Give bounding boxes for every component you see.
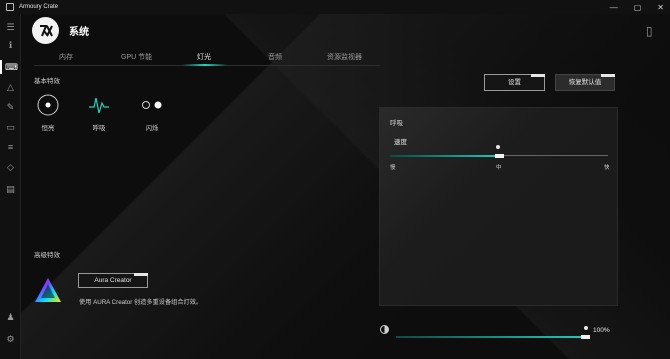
breathing-settings-panel: 呼吸 速度 慢 中 快 <box>379 107 618 306</box>
news-icon[interactable]: ▤ <box>5 184 16 195</box>
tab-audio[interactable]: 音频 <box>268 52 282 62</box>
speed-tick-fast: 快 <box>604 165 610 171</box>
aura-creator-icon <box>34 277 62 303</box>
gamevisual-icon[interactable]: ▭ <box>5 122 16 133</box>
app-icon <box>6 3 14 11</box>
advanced-effects-label: 高级特效 <box>34 252 60 259</box>
reset-default-button[interactable]: 恢复默认值 <box>555 74 615 91</box>
brightness-slider-dot <box>584 326 588 330</box>
brightness-slider-handle[interactable] <box>581 335 590 339</box>
effect-static-label: 恒亮 <box>41 125 55 132</box>
brightness-icon <box>380 325 389 334</box>
reset-button-label: 恢复默认值 <box>568 79 602 86</box>
effect-breathing[interactable]: 呼吸 <box>84 94 114 132</box>
speed-label: 速度 <box>394 139 407 146</box>
speed-tick-medium: 中 <box>496 165 502 171</box>
panel-title: 呼吸 <box>390 120 403 127</box>
panel-toggle-icon[interactable]: ▯ <box>646 24 656 38</box>
breathing-icon <box>88 94 110 116</box>
effect-breathing-label: 呼吸 <box>92 125 106 132</box>
sidebar-active-indicator <box>0 60 2 74</box>
page-title: 系统 <box>69 27 89 38</box>
menu-icon[interactable]: ☰ <box>5 22 16 33</box>
speed-slider-handle[interactable] <box>495 154 504 158</box>
aura-icon[interactable]: △ <box>5 82 16 93</box>
settings-button[interactable]: 设置 <box>484 74 545 91</box>
basic-effects-label: 基本特效 <box>34 78 60 85</box>
tab-active-underline <box>182 64 228 66</box>
strobing-icon <box>141 94 163 116</box>
equalizer-icon[interactable]: ≡ <box>5 142 16 153</box>
sidebar: ☰ ℹ ⌨ △ ✎ ▭ ≡ ◇ ▤ ♟ ⚙ <box>0 14 21 359</box>
info-icon[interactable]: ℹ <box>5 40 16 51</box>
title-bar: Armoury Crate — ▢ ✕ <box>0 0 670 14</box>
scenario-icon[interactable]: ✎ <box>5 102 16 113</box>
settings-gear-icon[interactable]: ⚙ <box>5 334 16 345</box>
speed-tick-slow: 慢 <box>390 165 396 171</box>
tag-icon[interactable]: ◇ <box>5 162 16 173</box>
tab-resource-monitor[interactable]: 资源监视器 <box>327 52 362 62</box>
static-icon <box>37 94 59 116</box>
tab-lighting[interactable]: 灯光 <box>197 52 211 62</box>
speed-slider-fill <box>390 155 499 157</box>
user-icon[interactable]: ♟ <box>5 312 16 323</box>
brightness-slider-fill <box>396 336 582 338</box>
minimize-button[interactable]: — <box>610 3 618 12</box>
device-icon[interactable]: ⌨ <box>5 62 18 73</box>
effect-strobing[interactable]: 闪烁 <box>137 94 167 132</box>
tab-memory[interactable]: 内存 <box>59 52 73 62</box>
close-button[interactable]: ✕ <box>657 3 664 12</box>
aura-creator-button[interactable]: Aura Creator <box>78 273 148 288</box>
maximize-button[interactable]: ▢ <box>634 3 642 12</box>
app-title: Armoury Crate <box>19 4 59 10</box>
system-logo-icon <box>32 17 59 44</box>
aura-creator-description: 使用 AURA Creator 创造多重设备组合灯效。 <box>79 299 203 306</box>
brightness-value: 100% <box>593 327 610 334</box>
tab-gpu-power[interactable]: GPU 节能 <box>121 52 152 62</box>
settings-button-label: 设置 <box>508 79 521 86</box>
main-content: 系统 ▯ 内存 GPU 节能 灯光 音频 资源监视器 基本特效 恒亮 呼吸 闪烁… <box>21 14 670 359</box>
effect-strobing-label: 闪烁 <box>145 125 159 132</box>
effect-static[interactable]: 恒亮 <box>33 94 63 132</box>
aura-creator-button-label: Aura Creator <box>94 277 132 284</box>
speed-slider-dot <box>496 145 500 149</box>
tab-bar: 内存 GPU 节能 灯光 音频 资源监视器 <box>34 50 380 66</box>
